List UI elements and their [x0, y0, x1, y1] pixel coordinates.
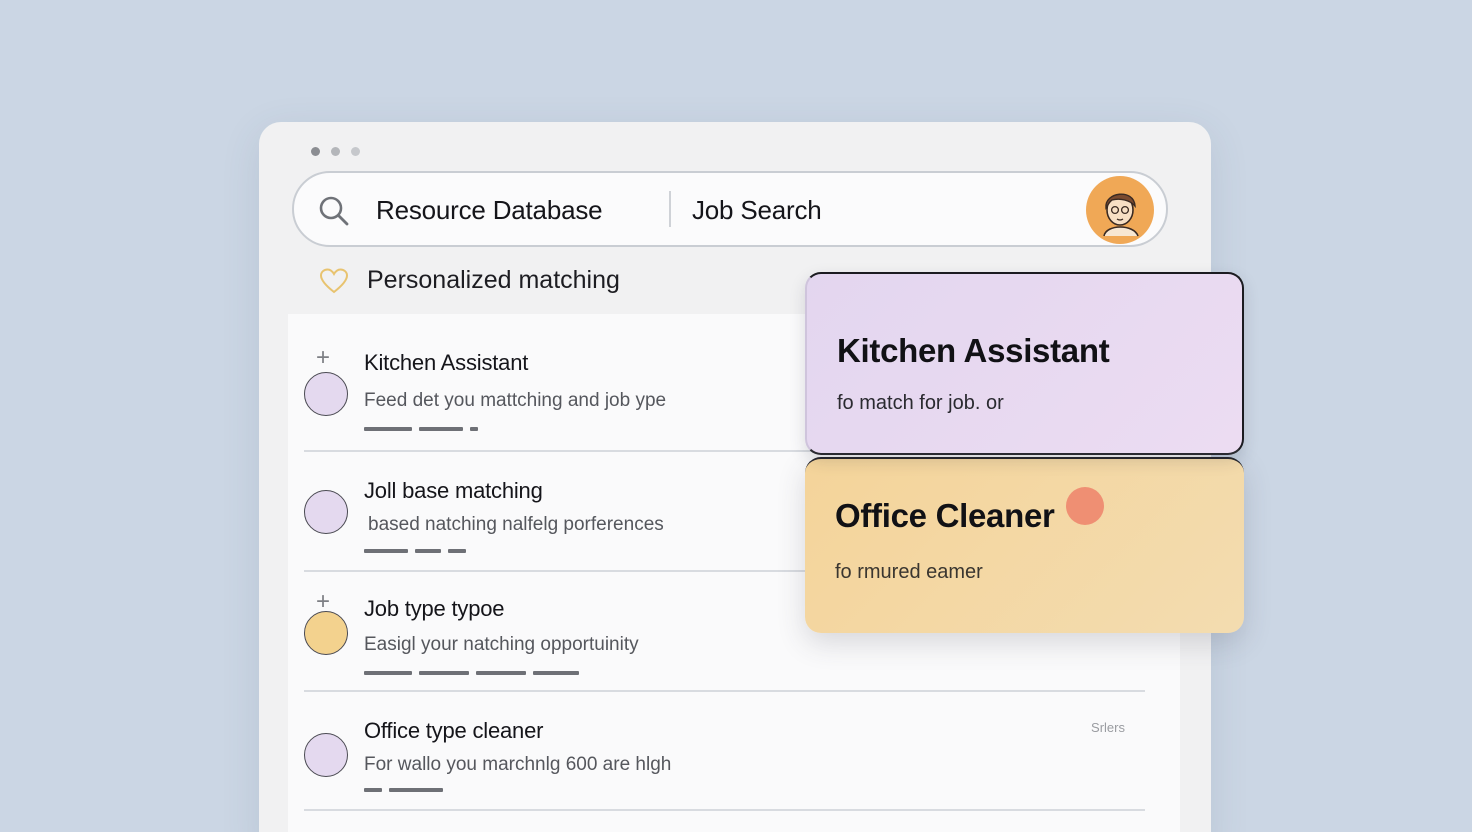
bar [419, 427, 463, 431]
bar [470, 427, 478, 431]
select-circle[interactable] [304, 611, 348, 655]
item-description: Feed det you mattching and job ype [364, 390, 667, 411]
bar [476, 671, 526, 675]
list-item[interactable]: Office type cleaner For wallo you marchn… [304, 692, 1145, 811]
item-title: Job type typoe [364, 596, 505, 621]
item-title: Office type cleaner [364, 718, 544, 743]
item-tag: Srlers [1091, 720, 1125, 735]
status-dot-icon [1066, 487, 1104, 525]
match-card-kitchen-assistant[interactable]: Kitchen Assistant fo match for job. or [805, 272, 1244, 455]
tab-divider [669, 191, 671, 227]
window-controls [311, 147, 360, 156]
select-circle[interactable] [304, 490, 348, 534]
rating-bars [364, 671, 579, 675]
bar [448, 549, 466, 553]
rating-bars [364, 549, 466, 553]
tab-resource-database[interactable]: Resource Database [376, 195, 603, 226]
plus-icon[interactable]: + [316, 344, 330, 372]
tab-job-search[interactable]: Job Search [692, 195, 822, 226]
avatar-face-icon [1103, 193, 1139, 237]
bar [533, 671, 579, 675]
card-subtitle: fo match for job. or [837, 392, 1004, 414]
card-title: Office Cleaner [835, 497, 1055, 534]
search-bar[interactable]: Resource Database Job Search [292, 171, 1168, 247]
item-title: Kitchen Assistant [364, 350, 529, 375]
item-title: Joll base matching [364, 478, 543, 503]
item-description: based natching nalfelg porferences [368, 514, 664, 535]
window-dot-maximize[interactable] [351, 147, 360, 156]
section-title: Personalized matching [367, 266, 620, 294]
heart-icon[interactable] [319, 267, 349, 294]
bar [364, 671, 412, 675]
bar [364, 549, 408, 553]
rating-bars [364, 427, 478, 431]
bar [389, 788, 443, 792]
card-subtitle: fo rmured eamer [835, 561, 983, 583]
section-header: Personalized matching [319, 266, 620, 295]
bar [419, 671, 469, 675]
window-dot-minimize[interactable] [331, 147, 340, 156]
rating-bars [364, 788, 443, 792]
user-avatar[interactable] [1086, 176, 1154, 244]
item-description: Easigl your natching opportuinity [364, 634, 639, 655]
bar [364, 427, 412, 431]
bar [415, 549, 441, 553]
search-icon[interactable] [318, 195, 350, 227]
item-description: For wallo you marchnlg 600 are hlgh [364, 754, 672, 775]
select-circle[interactable] [304, 733, 348, 777]
match-card-office-cleaner[interactable]: Office Cleaner fo rmured eamer [805, 457, 1244, 633]
window-dot-close[interactable] [311, 147, 320, 156]
bar [364, 788, 382, 792]
card-title: Kitchen Assistant [837, 332, 1110, 369]
select-circle[interactable] [304, 372, 348, 416]
